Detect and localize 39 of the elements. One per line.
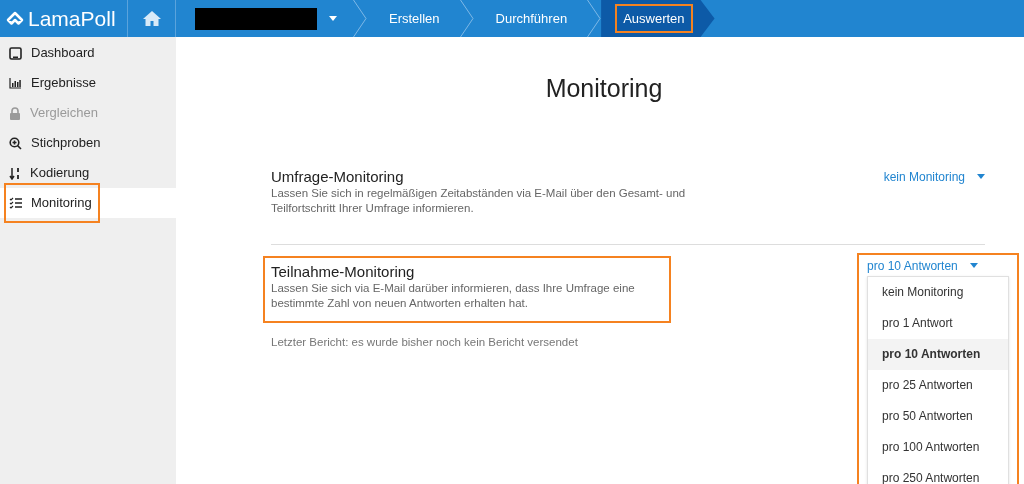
sidebar-item[interactable]: Monitoring <box>0 188 176 218</box>
step-divider <box>353 0 367 37</box>
dropdown-option[interactable]: pro 10 Antworten <box>868 338 1008 370</box>
section-title: Umfrage-Monitoring <box>271 167 404 186</box>
logo-text: LamaPoll <box>28 8 116 29</box>
caret-icon <box>969 263 978 268</box>
sidebar-item[interactable]: Stichproben <box>0 128 176 158</box>
checklist-icon <box>9 197 22 209</box>
last-report-note: Letzter Bericht: es wurde bisher noch kein Bericht versendet <box>271 334 578 350</box>
logo-icon <box>6 10 24 27</box>
step-tab[interactable]: Durchführen <box>473 0 588 37</box>
sort-icon <box>9 166 21 180</box>
home-icon <box>141 10 162 27</box>
dropdown-option[interactable]: pro 50 Antworten <box>868 400 1008 432</box>
zoom-in-icon <box>9 136 22 150</box>
sidebar-item[interactable]: Ergebnisse <box>0 68 176 98</box>
sidebar-item[interactable]: Kodierung <box>0 158 176 188</box>
section-title: Teilnahme-Monitoring <box>271 262 415 281</box>
dropdown-option[interactable]: pro 250 Antworten <box>868 462 1008 484</box>
section-description: Lassen Sie sich in regelmäßigen Zeitabständen via E-Mail über den Gesamt- und Teilfortschritt Ihrer Umfrage informieren. <box>271 185 687 216</box>
lock-icon <box>9 106 21 120</box>
survey-dropdown-button[interactable] <box>329 16 337 21</box>
sidebar-item[interactable]: Dashboard <box>0 38 176 68</box>
step-tab[interactable]: Erstellen <box>367 0 460 37</box>
monitoring-dropdown[interactable]: pro 10 Antworten <box>867 258 978 273</box>
caret-icon <box>329 16 337 21</box>
monitoring-dropdown[interactable]: kein Monitoring <box>883 167 985 186</box>
dropdown-option[interactable]: pro 25 Antworten <box>868 369 1008 401</box>
step-tab[interactable]: Auswerten <box>601 0 715 37</box>
dropdown-option[interactable]: kein Monitoring <box>868 276 1008 308</box>
dropdown-option[interactable]: pro 100 Antworten <box>868 431 1008 463</box>
step-divider <box>587 0 602 37</box>
step-divider <box>459 0 474 37</box>
dropdown-option[interactable]: pro 1 Antwort <box>868 307 1008 339</box>
tablet-icon <box>9 46 22 60</box>
page-title: Monitoring <box>544 73 664 104</box>
caret-icon <box>977 174 985 179</box>
section-description: Lassen Sie sich via E-Mail darüber informieren, dass Ihre Umfrage eine bestimmte Zahl von neuen Antworten erhalten hat. <box>271 280 636 311</box>
bar-chart-icon <box>9 77 22 89</box>
